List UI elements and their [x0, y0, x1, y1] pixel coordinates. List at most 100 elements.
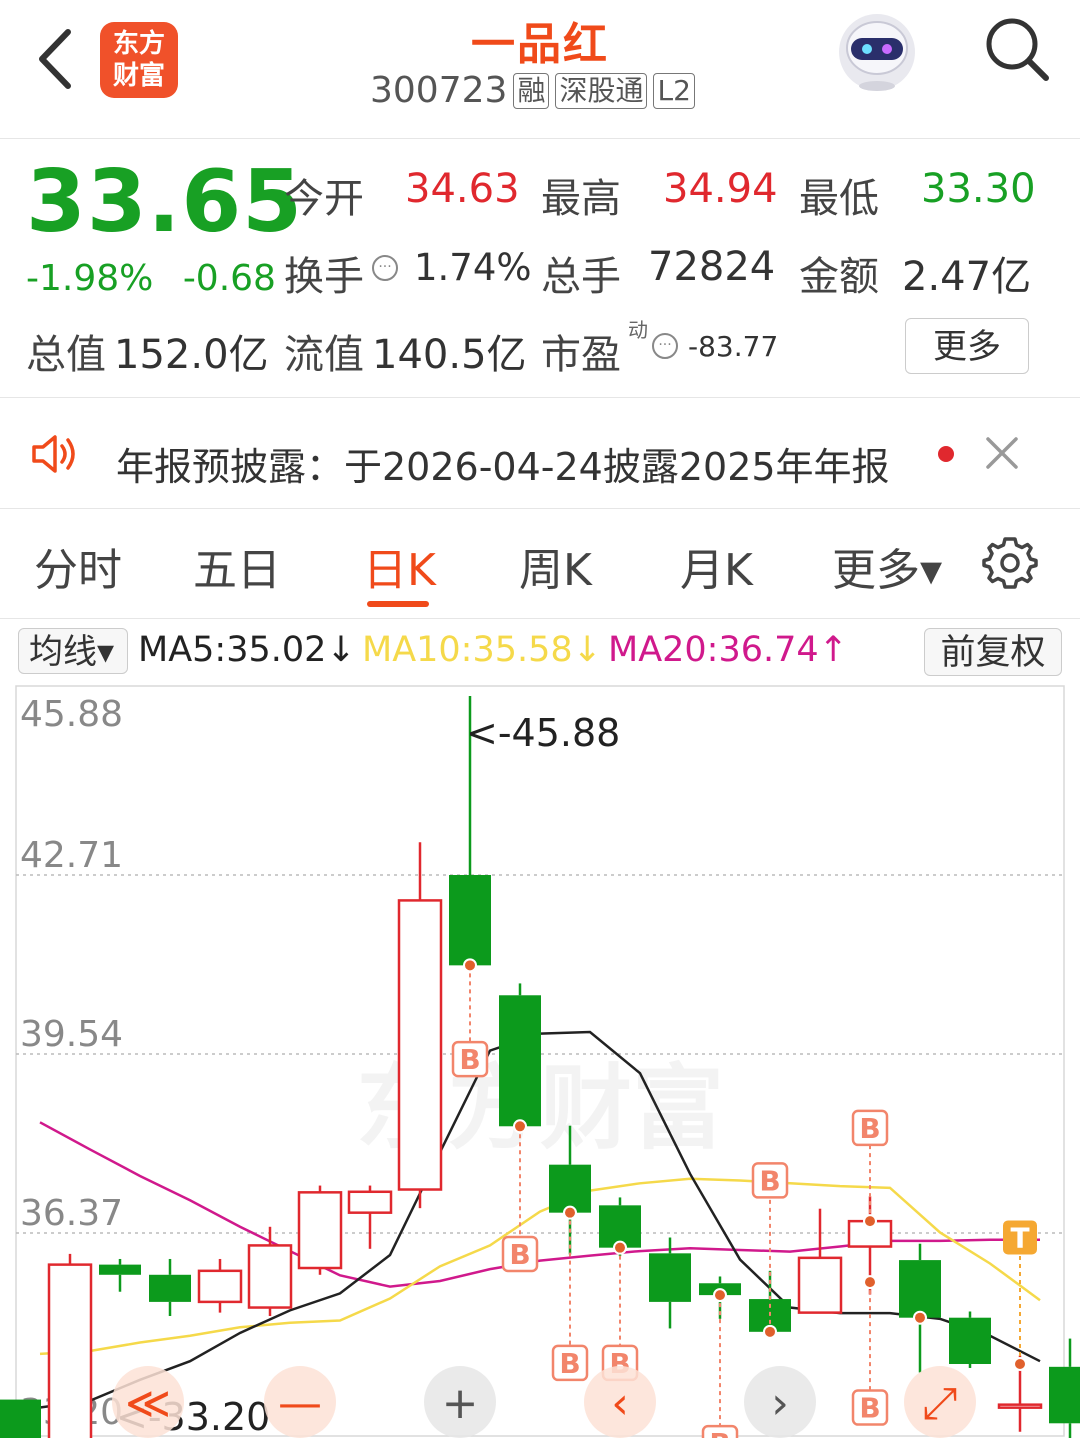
- signal-dot: [863, 1214, 877, 1229]
- candle-body-up: [997, 1403, 1043, 1409]
- turnover-value: 1.74%: [414, 246, 532, 289]
- ma20-value: MA20:36.74↑: [608, 630, 848, 670]
- open-value: 34.63: [405, 166, 520, 212]
- low-label: 最低: [799, 176, 879, 222]
- zoom-in-button-glyph: +: [442, 1378, 479, 1429]
- candle-body-down: [549, 1164, 591, 1213]
- candle-body-down: [899, 1260, 941, 1318]
- unread-dot: [938, 446, 954, 462]
- signal-dot: [763, 1324, 777, 1339]
- signal-dot: [1013, 1357, 1027, 1372]
- scroll-left-fast-button[interactable]: ≪: [112, 1366, 184, 1438]
- float-cap-label: 流值: [284, 332, 364, 378]
- signal-dot: [563, 1205, 577, 1220]
- info-icon[interactable]: ···: [372, 255, 398, 281]
- candle-body-down: [649, 1253, 691, 1302]
- fullscreen-button-glyph: ⤢: [922, 1378, 957, 1429]
- ma10-value: MA10:35.58↓: [362, 630, 602, 670]
- zoom-out-button-glyph: —: [278, 1378, 322, 1429]
- scroll-left-fast-button-glyph: ≪: [125, 1378, 171, 1429]
- signal-dot: [463, 958, 477, 973]
- fullscreen-button[interactable]: ⤢: [904, 1366, 976, 1438]
- active-tab-indicator: [367, 601, 429, 607]
- change-percent: -1.98%: [26, 258, 154, 299]
- signal-dot: [863, 1275, 877, 1290]
- zoom-out-button[interactable]: —: [264, 1366, 336, 1438]
- signal-dot: [513, 1119, 527, 1134]
- candle-body-down: [0, 1399, 41, 1438]
- buy-signal-label: B: [759, 1164, 780, 1197]
- buy-signal-label: B: [509, 1238, 530, 1271]
- candlestick-chart[interactable]: 东方财富45.8842.7139.5436.3733.20BBBBBBBBT<-…: [0, 684, 1080, 1438]
- indicator-type-dropdown[interactable]: 均线▾: [18, 628, 128, 674]
- forward-adjust-button[interactable]: 前复权: [924, 628, 1062, 676]
- more-quote-button[interactable]: 更多: [905, 318, 1029, 374]
- y-tick-label: 45.88: [20, 694, 123, 735]
- price-change: -1.98% -0.68: [26, 258, 276, 299]
- speaker-icon: [32, 435, 75, 473]
- candle-body-down: [499, 995, 541, 1127]
- info-icon[interactable]: ···: [652, 333, 678, 359]
- tab-five-day[interactable]: 五日: [193, 534, 281, 598]
- buy-signal-label: B: [859, 1112, 880, 1145]
- candle-body-down: [449, 875, 491, 966]
- candle-body-down: [149, 1274, 191, 1302]
- search-icon[interactable]: [982, 14, 1052, 84]
- notice-text[interactable]: 年报预披露：于2026-04-24披露2025年年报: [116, 436, 890, 491]
- open-label: 今开: [284, 176, 364, 222]
- y-tick-label: 36.37: [20, 1193, 123, 1234]
- signal-dot: [913, 1310, 927, 1325]
- close-icon[interactable]: [982, 433, 1022, 473]
- max-price-label: <-45.88: [466, 711, 620, 755]
- prev-button[interactable]: ‹: [584, 1366, 656, 1438]
- signal-dot: [713, 1288, 727, 1303]
- buy-signal-label: B: [459, 1043, 480, 1076]
- market-cap-label: 总值: [26, 332, 106, 378]
- amount-value: 2.47亿: [902, 254, 1032, 300]
- gear-icon[interactable]: [982, 535, 1038, 591]
- high-label: 最高: [541, 176, 621, 222]
- buy-signal-label: B: [859, 1392, 880, 1425]
- tab-weekly-k[interactable]: 周K: [519, 534, 592, 598]
- change-amount: -0.68: [182, 258, 276, 299]
- tab-intraday[interactable]: 分时: [34, 534, 122, 598]
- tag-shenzhen-connect[interactable]: 深股通: [555, 72, 648, 109]
- pe-dynamic-sup: 动: [628, 318, 648, 342]
- robot-assistant-icon[interactable]: [833, 6, 921, 94]
- candle-body-down: [949, 1317, 991, 1365]
- turnover-label: 换手: [284, 254, 364, 300]
- float-cap-value: 140.5亿: [372, 332, 527, 378]
- zoom-in-button[interactable]: +: [424, 1366, 496, 1438]
- prev-button-glyph: ‹: [611, 1378, 629, 1429]
- tab-monthly-k[interactable]: 月K: [680, 534, 753, 598]
- candle-body-up: [797, 1256, 843, 1314]
- tag-level2[interactable]: L2: [653, 72, 695, 109]
- candle-body-up: [197, 1269, 243, 1304]
- y-tick-label: 42.71: [20, 835, 123, 876]
- last-price: 33.65: [26, 152, 304, 252]
- amount-label: 金额: [799, 254, 879, 300]
- volume-label: 总手: [541, 254, 621, 300]
- ma5-value: MA5:35.02↓: [138, 630, 356, 670]
- candle-body-up: [397, 899, 443, 1191]
- candle-body-up: [347, 1190, 393, 1214]
- y-tick-label: 39.54: [20, 1014, 123, 1055]
- candle-body-down: [99, 1264, 141, 1275]
- tag-margin[interactable]: 融: [513, 72, 550, 109]
- candle-body-up: [297, 1191, 343, 1270]
- top-bar: 东方 财富 一品红 300723 融 深股通 L2: [0, 0, 1080, 139]
- tab-more[interactable]: 更多▾: [832, 534, 942, 598]
- next-button[interactable]: ›: [744, 1366, 816, 1438]
- tab-daily-k[interactable]: 日K: [363, 534, 436, 598]
- stock-code: 300723: [370, 70, 508, 111]
- low-value: 33.30: [921, 166, 1036, 212]
- pe-value: -83.77: [688, 330, 779, 363]
- volume-value: 72824: [648, 244, 776, 290]
- divider: [0, 618, 1080, 619]
- ma10-line: [39, 1177, 1041, 1356]
- stock-code-row: 300723 融 深股通 L2: [370, 70, 695, 111]
- candle-body-up: [47, 1263, 93, 1438]
- pe-label: 市盈: [541, 332, 621, 378]
- next-button-glyph: ›: [771, 1378, 789, 1429]
- high-value: 34.94: [663, 166, 778, 212]
